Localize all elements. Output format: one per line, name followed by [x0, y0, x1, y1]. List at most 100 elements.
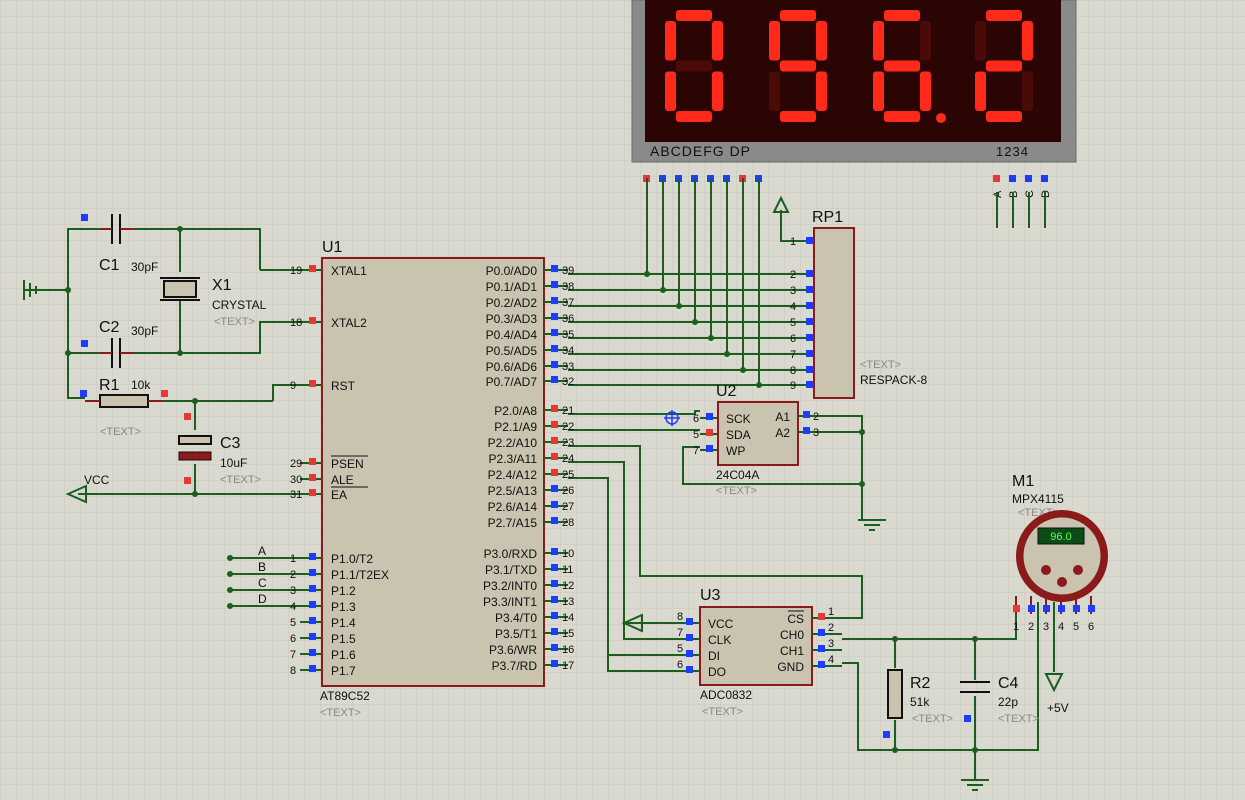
m1-pin-marker: [1013, 605, 1020, 612]
rp1-pin-number: 8: [790, 365, 796, 377]
u1-pin-name: P0.5/AD5: [486, 344, 538, 358]
u1-pin-number: 22: [562, 421, 574, 433]
segment-b: [920, 21, 931, 61]
u1-pin-number: 13: [562, 596, 574, 608]
rp1-pin-marker: [806, 381, 813, 388]
u1-pin-number: 15: [562, 628, 574, 640]
u2-pin-name: SCK: [726, 412, 751, 426]
rp1-pin-marker: [806, 286, 813, 293]
u1-pin-name: P0.7/AD7: [486, 375, 538, 389]
u1-pin-name: P3.4/T0: [495, 611, 537, 625]
c3-ref: C3: [220, 435, 241, 452]
u1-pin-marker: [309, 601, 316, 608]
u3-pin-name: DI: [708, 649, 720, 663]
rp1-pin-number: 2: [790, 269, 796, 281]
c1-value: 30pF: [131, 260, 158, 274]
segment-d: [986, 111, 1022, 122]
u1-pin-marker: [309, 474, 316, 481]
u3-pin-marker: [818, 613, 825, 620]
m1-pin-marker: [1028, 605, 1035, 612]
u1-pin-marker: [309, 489, 316, 496]
u1-pin-marker: [551, 405, 558, 412]
u1-pin-name: P3.0/RXD: [484, 547, 538, 561]
segment-f: [873, 21, 884, 61]
u1-pin-number: 30: [290, 474, 302, 486]
u1-pin-name: P0.0/AD0: [486, 264, 538, 278]
u1-pin-marker: [309, 317, 316, 324]
u1-pin-name: P1.7: [331, 664, 356, 678]
x1-ref: X1: [212, 277, 232, 294]
rp1-pin-marker: [806, 237, 813, 244]
u1-pin-number: 11: [562, 564, 573, 576]
u1-pin-marker: [551, 313, 558, 320]
u2-pin-name: A2: [775, 426, 790, 440]
segment-c: [1022, 71, 1033, 111]
u1-pin-marker: [309, 458, 316, 465]
m1-ref: M1: [1012, 473, 1034, 490]
u2-pin-name: A1: [775, 410, 790, 424]
m1-pin-number: 5: [1073, 621, 1079, 633]
u2-ref: U2: [716, 383, 737, 400]
u3-pin-number: 3: [828, 638, 834, 650]
schematic-canvas[interactable]: ABCDEFG DP 1234 ABCD U1 AT89C52 <TEXT> 1…: [0, 0, 1245, 800]
u2-pin-name: SDA: [726, 428, 751, 442]
u1-pin-name: P2.5/A13: [488, 484, 538, 498]
x1-text: <TEXT>: [214, 316, 255, 328]
u3-pin-marker: [818, 661, 825, 668]
display-com-pin: [1041, 175, 1048, 182]
rp1-pin-number: 7: [790, 349, 796, 361]
u2-pin-name: WP: [726, 444, 745, 458]
segment-b: [1022, 21, 1033, 61]
p1-net-label: D: [258, 592, 267, 606]
u3-pin-number: 6: [677, 659, 683, 671]
u1-pin-number: 27: [562, 501, 574, 513]
u1-pin-marker: [551, 596, 558, 603]
segment-g: [986, 60, 1022, 72]
m1-part: MPX4115: [1012, 492, 1064, 506]
segment-c: [712, 71, 723, 111]
u2-text: <TEXT>: [716, 485, 757, 497]
u1-pin-name: P2.6/A14: [488, 500, 538, 514]
u1-pin-name: P1.6: [331, 648, 356, 662]
segment-g: [676, 60, 712, 72]
u2-pin-marker: [706, 429, 713, 436]
m1-pin-number: 2: [1028, 621, 1034, 633]
seven-segment-display[interactable]: ABCDEFG DP 1234: [631, 0, 1077, 163]
m1-reading: 96.0: [1050, 531, 1071, 543]
u1-pin-name: P1.2: [331, 584, 356, 598]
u3-ref: U3: [700, 587, 721, 604]
u1-pin-number: 34: [562, 345, 574, 357]
rp1-pin-number: 5: [790, 317, 796, 329]
u1-pin-name: RST: [331, 379, 356, 393]
c4-value: 22p: [998, 695, 1018, 709]
segment-e: [665, 71, 676, 111]
rp1-pin-marker: [806, 334, 813, 341]
u1-pin-number: 9: [290, 380, 296, 392]
u1-pin-number: 23: [562, 437, 574, 449]
u3-part: ADC0832: [700, 688, 752, 702]
u3-pin-marker: [818, 645, 825, 652]
segment-g: [780, 60, 816, 72]
u1-pin-name: P3.7/RD: [492, 659, 538, 673]
u1-pin-number: 14: [562, 612, 574, 624]
u1-text: <TEXT>: [320, 707, 361, 719]
u1-pin-number: 1: [290, 553, 296, 565]
m1-pin-number: 6: [1088, 621, 1094, 633]
u1-microcontroller[interactable]: U1 AT89C52 <TEXT> 19 XTAL118 XTAL29 RST29 PS…: [290, 239, 574, 719]
u2-pin-number: 3: [813, 427, 819, 439]
u1-pin-number: 31: [290, 489, 302, 501]
u1-pin-number: 35: [562, 329, 574, 341]
u1-pin-number: 4: [290, 601, 296, 613]
rp1-pin-marker: [806, 366, 813, 373]
u1-pin-marker: [551, 469, 558, 476]
c2-ref: C2: [99, 319, 120, 336]
segment-c: [920, 71, 931, 111]
u1-pin-number: 24: [562, 453, 574, 465]
u3-pin-marker: [686, 634, 693, 641]
segment-g: [884, 60, 920, 72]
rp1-pin-number: 6: [790, 333, 796, 345]
u3-pin-marker: [686, 650, 693, 657]
u1-pin-number: 16: [562, 644, 574, 656]
u1-pin-marker: [551, 329, 558, 336]
m1-pin-number: 4: [1058, 621, 1064, 633]
